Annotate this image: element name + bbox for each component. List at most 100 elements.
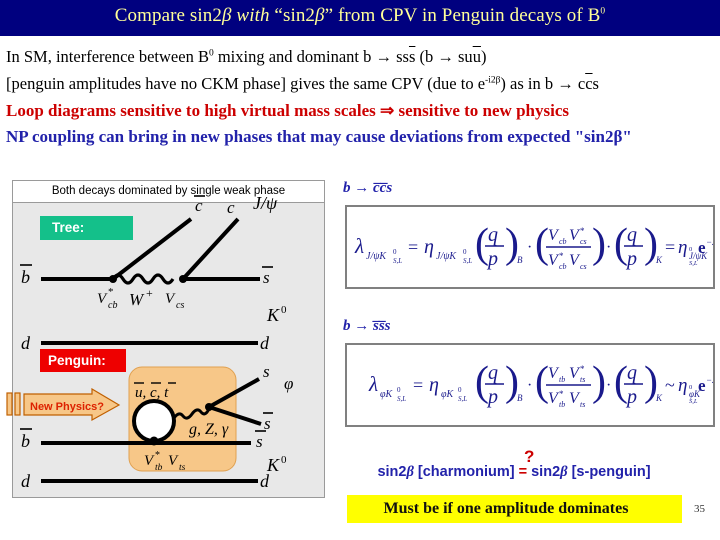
title-banner: Compare sin2β with “sin2β” from CPV in P…: [0, 0, 720, 36]
eq2-relation: ~: [665, 375, 675, 395]
eq2-q-1: q: [488, 362, 498, 384]
svg-text:*: *: [559, 251, 564, 261]
body-line-loop-diagrams: Loop diagrams sensitive to high virtual …: [6, 101, 569, 120]
penguin-label-b: b: [21, 431, 30, 451]
eq2-equals-1: =: [413, 375, 423, 395]
tree-label-k0: K: [266, 305, 280, 325]
eq1-q-1: q: [488, 224, 498, 246]
eq2-dot-1: ·: [527, 377, 532, 394]
svg-text:(: (: [475, 221, 489, 267]
new-physics-arrow-label: New Physics?: [30, 401, 104, 413]
svg-text:S,L: S,L: [689, 398, 698, 405]
eq1-relation: =: [665, 237, 675, 257]
eq1-exp: e: [698, 238, 706, 257]
eq2-eta: η: [429, 374, 439, 396]
sm-ubar: u: [472, 47, 481, 66]
svg-text:0: 0: [397, 386, 401, 394]
tree-decay-label: Tree:: [40, 216, 133, 240]
svg-text:cb: cb: [559, 237, 567, 246]
peng-text-c: s: [592, 73, 599, 93]
svg-text:cs: cs: [580, 237, 587, 246]
body-line-sm: In SM, interference between B0 mixing an…: [6, 47, 718, 66]
svg-text:tb: tb: [155, 463, 163, 473]
svg-text:ts: ts: [580, 375, 585, 384]
peng-text-b: ) as in b → c: [500, 73, 586, 93]
eq1-lambda-sub: J/ψK: [366, 251, 387, 262]
svg-text:*: *: [155, 450, 160, 461]
body-line-np-coupling: NP coupling can bring in new phases that…: [6, 127, 632, 146]
eq2-q-2: q: [627, 362, 637, 384]
title-beta-1: β: [222, 5, 232, 26]
page-title: Compare sin2β with “sin2β” from CPV in P…: [0, 5, 720, 27]
sin2beta-comparison: sin2β [charmonium] = sin2β [s-penguin]: [349, 464, 679, 481]
svg-text:*: *: [580, 364, 585, 374]
svg-text:0: 0: [689, 384, 692, 391]
svg-text:0: 0: [393, 248, 397, 256]
must-be-text: Must be if one amplitude dominates: [383, 500, 629, 517]
svg-text:): ): [592, 221, 606, 267]
tree-label-jpsi: J/ψ: [253, 193, 278, 213]
eq2-p-1: p: [486, 386, 498, 408]
eq2-exp-sup: −2iβ: [706, 375, 713, 385]
sm-text-d: ): [480, 47, 487, 66]
svg-text:cs: cs: [176, 300, 184, 311]
penguin-label-d-out: d: [260, 471, 270, 491]
svg-text:(: (: [614, 359, 628, 405]
eq1-p-1: p: [486, 248, 498, 270]
eq1-rhs-eta: η: [678, 237, 687, 258]
svg-text:0: 0: [463, 248, 467, 256]
svg-text:(: (: [535, 359, 549, 405]
penguin-label-sbar-phi: s: [264, 414, 271, 433]
svg-text:): ): [592, 359, 606, 405]
lambda-jpsi-k-equation-box: λ J/ψK 0 S,L = η J/ψK 0 S,L ( q p ) B · …: [345, 205, 715, 289]
penguin-label-phi: φ: [284, 374, 293, 393]
svg-text:cb: cb: [108, 300, 117, 311]
eq1-dot-2: ·: [606, 239, 611, 256]
eq1-sub-K: K: [655, 255, 663, 265]
channel-label-ccs: b → c̅c̅s: [343, 180, 393, 196]
sin-right-text: sin2: [527, 464, 561, 480]
tree-label-cbar: c: [195, 196, 203, 215]
peng-cbar: c: [585, 73, 593, 93]
eq2-dot-2: ·: [606, 377, 611, 394]
svg-text:S,L: S,L: [458, 395, 467, 403]
title-quoted: “sin2: [274, 5, 316, 26]
eq2-exp: e: [698, 376, 706, 395]
svg-text:*: *: [580, 226, 585, 236]
channel-label-sss: b → s̅s̅s: [343, 318, 391, 334]
eq1-p-2: p: [625, 248, 637, 270]
eq2-p-2: p: [625, 386, 637, 408]
tree-label-c: c: [227, 198, 235, 217]
svg-text:0: 0: [458, 386, 462, 394]
penguin-label-s: s: [263, 362, 270, 381]
tree-label-sbar: s: [263, 268, 270, 287]
eq1-eta: η: [424, 236, 434, 258]
eq1-eta-sub: J/ψK: [436, 251, 457, 262]
svg-text:ts: ts: [580, 400, 585, 409]
svg-text:(: (: [475, 359, 489, 405]
svg-text:tb: tb: [559, 400, 565, 409]
sin-right-beta: β: [560, 464, 568, 480]
eq1-exp-sup: −2iβ: [706, 237, 713, 247]
lambda-phi-k-equation-box: λ φK 0 S,L = η φK 0 S,L ( q p ) B · ( V …: [345, 343, 715, 427]
eq2-rhs-eta: η: [678, 375, 687, 396]
equation-2-svg: λ φK 0 S,L = η φK 0 S,L ( q p ) B · ( V …: [368, 359, 713, 409]
sm-text-b: mixing and dominant b → ss: [213, 47, 409, 66]
svg-text:(: (: [535, 221, 549, 267]
comparison-equals: =: [518, 464, 528, 480]
svg-text:ts: ts: [179, 463, 186, 473]
penguin-label-bosons: g, Z, γ: [189, 421, 229, 438]
sm-text-c: (b → su: [415, 47, 473, 66]
eq1-lambda: λ: [354, 234, 364, 258]
eq1-q-2: q: [627, 224, 637, 246]
eq1-equals-1: =: [408, 237, 418, 257]
eq2-sub-B: B: [517, 393, 523, 403]
tree-label-d-out: d: [260, 333, 270, 353]
eq2-eta-sub: φK: [441, 389, 455, 400]
title-part1: Compare sin2: [114, 5, 222, 26]
title-superscript: 0: [600, 6, 606, 17]
peng-text-a: [penguin amplitudes have no CKM phase] g…: [6, 73, 486, 93]
tree-label-w: W: [129, 290, 145, 309]
penguin-label-k0-sup: 0: [281, 454, 287, 466]
svg-text:tb: tb: [559, 375, 565, 384]
